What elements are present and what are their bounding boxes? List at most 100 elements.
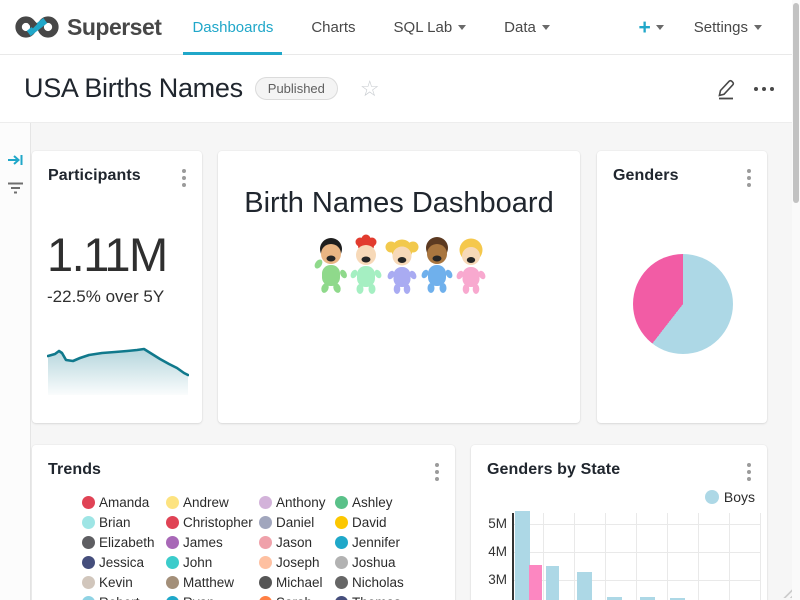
chevron-down-icon xyxy=(458,25,466,30)
legend-item[interactable]: Thomas xyxy=(335,592,430,600)
dashboard-titlebar: USA Births Names Published ☆ xyxy=(0,55,800,123)
legend-item[interactable]: Michael xyxy=(259,572,335,592)
nav-items: Dashboards Charts SQL Lab Data xyxy=(173,0,568,54)
legend-item[interactable]: Joshua xyxy=(335,552,430,572)
nav-item-data[interactable]: Data xyxy=(485,0,569,54)
legend-item[interactable]: Christopher xyxy=(166,512,259,532)
new-item-button[interactable]: + xyxy=(639,17,664,38)
chevron-down-icon xyxy=(656,25,664,30)
chevron-down-icon xyxy=(542,25,550,30)
big-number-subheader: -22.5% over 5Y xyxy=(47,287,164,307)
legend-label: Brian xyxy=(99,515,131,530)
legend-label: Robert xyxy=(99,595,140,600)
legend-item[interactable]: Jessica xyxy=(82,552,166,572)
participants-sparkline-chart[interactable] xyxy=(47,337,189,399)
gridline xyxy=(574,513,575,600)
chevron-down-icon xyxy=(754,25,762,30)
legend-item[interactable]: Joseph xyxy=(259,552,335,572)
children-illustration xyxy=(314,233,489,297)
legend-label: Boys xyxy=(724,489,755,505)
bar-girls[interactable] xyxy=(529,565,542,600)
superset-infinity-icon xyxy=(14,13,60,41)
legend-label: Joshua xyxy=(352,555,396,570)
legend-label: Anthony xyxy=(276,495,326,510)
settings-menu[interactable]: Settings xyxy=(694,19,762,36)
legend-item[interactable]: Robert xyxy=(82,592,166,600)
markdown-heading: Birth Names Dashboard xyxy=(218,187,580,220)
legend-item[interactable]: Jennifer xyxy=(335,532,430,552)
gridline xyxy=(605,513,606,600)
filter-rail xyxy=(0,123,31,600)
legend-label: Michael xyxy=(276,575,323,590)
legend-label: Elizabeth xyxy=(99,535,155,550)
legend-item[interactable]: Brian xyxy=(82,512,166,532)
scrollbar-thumb[interactable] xyxy=(793,3,799,203)
bar-boys[interactable] xyxy=(546,566,559,600)
expand-filters-icon[interactable] xyxy=(7,152,24,168)
legend-item[interactable]: Matthew xyxy=(166,572,259,592)
chart-kebab-menu-icon[interactable] xyxy=(180,167,188,189)
y-axis-tick: 3M xyxy=(479,572,507,587)
bar-boys[interactable] xyxy=(515,511,530,600)
nav-item-charts[interactable]: Charts xyxy=(292,0,374,54)
legend-label: Christopher xyxy=(183,515,253,530)
chart-kebab-menu-icon[interactable] xyxy=(745,461,753,483)
participants-card: Participants 1.11M -22.5% over 5Y xyxy=(32,151,202,423)
legend-item[interactable]: James xyxy=(166,532,259,552)
legend-label: Jessica xyxy=(99,555,144,570)
gridline xyxy=(760,513,761,600)
gridline xyxy=(729,513,730,600)
legend-item[interactable]: Sarah xyxy=(259,592,335,600)
legend-label: Jennifer xyxy=(352,535,400,550)
legend-label: Jason xyxy=(276,535,312,550)
bar-boys[interactable] xyxy=(577,572,592,600)
published-badge[interactable]: Published xyxy=(255,77,338,100)
legend-swatch xyxy=(335,496,348,509)
title-actions xyxy=(716,78,778,100)
legend-item[interactable]: Amanda xyxy=(82,492,166,512)
legend-item[interactable]: Jason xyxy=(259,532,335,552)
legend-item-boys[interactable]: Boys xyxy=(705,489,755,505)
legend-item[interactable]: Kevin xyxy=(82,572,166,592)
legend-item[interactable]: Ryan xyxy=(166,592,259,600)
legend-label: James xyxy=(183,535,223,550)
legend-swatch xyxy=(259,536,272,549)
y-axis-line xyxy=(512,513,514,600)
legend-label: Daniel xyxy=(276,515,314,530)
filter-icon[interactable] xyxy=(7,181,24,195)
genders-card: Genders xyxy=(597,151,767,423)
legend-item[interactable]: Anthony xyxy=(259,492,335,512)
superset-logo[interactable]: Superset xyxy=(14,13,161,41)
legend-swatch xyxy=(82,516,95,529)
genders-pie-chart[interactable] xyxy=(633,254,733,354)
nav-item-sql-lab[interactable]: SQL Lab xyxy=(375,0,486,54)
page-title: USA Births Names xyxy=(24,73,243,104)
legend-item[interactable]: John xyxy=(166,552,259,572)
legend-item[interactable]: Andrew xyxy=(166,492,259,512)
more-actions-icon[interactable] xyxy=(750,83,778,95)
y-axis-tick: 4M xyxy=(479,544,507,559)
nav-item-dashboards[interactable]: Dashboards xyxy=(173,0,292,54)
chart-kebab-menu-icon[interactable] xyxy=(433,461,441,483)
favorite-star-icon[interactable]: ☆ xyxy=(360,78,380,100)
legend-item[interactable]: David xyxy=(335,512,430,532)
legend-swatch xyxy=(335,556,348,569)
chart-title: Genders by State xyxy=(487,461,620,479)
legend-item[interactable]: Daniel xyxy=(259,512,335,532)
trends-card: Trends AmandaAndrew Anthony Ashley Brian Chr… xyxy=(32,445,455,600)
legend-item[interactable]: Nicholas xyxy=(335,572,430,592)
legend-label: Kevin xyxy=(99,575,133,590)
y-axis-tick: 5M xyxy=(479,516,507,531)
scrollbar-track[interactable] xyxy=(792,0,800,600)
legend-label: Sarah xyxy=(276,595,312,600)
edit-pencil-icon[interactable] xyxy=(716,78,736,100)
legend-item[interactable]: Ashley xyxy=(335,492,430,512)
chart-title: Genders xyxy=(613,167,679,185)
dashboard-grid: Participants 1.11M -22.5% over 5Y Birth … xyxy=(0,123,800,600)
legend-item[interactable]: Elizabeth xyxy=(82,532,166,552)
legend-swatch xyxy=(259,596,272,600)
legend-swatch xyxy=(166,516,179,529)
chart-kebab-menu-icon[interactable] xyxy=(745,167,753,189)
chart-title: Trends xyxy=(48,461,101,479)
settings-label: Settings xyxy=(694,19,748,36)
